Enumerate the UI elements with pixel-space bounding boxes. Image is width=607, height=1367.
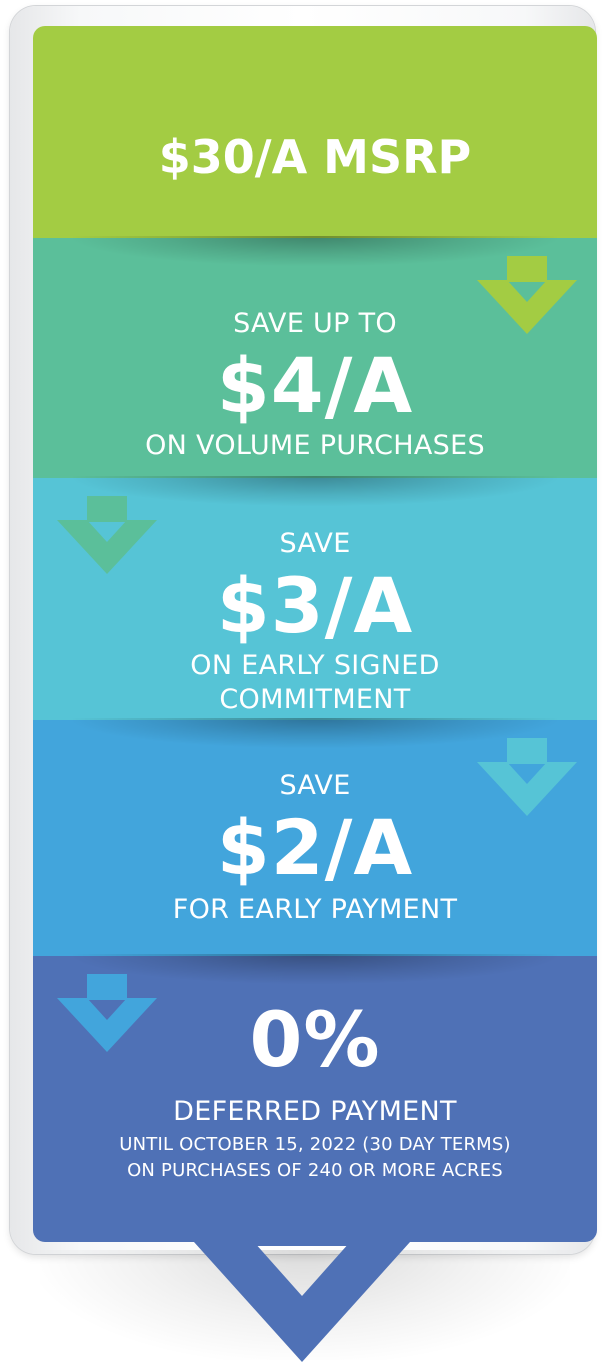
early-payment-prefix: SAVE: [279, 770, 351, 801]
early-payment-amount: $2/A: [216, 803, 414, 892]
early-commitment-band: SAVE $3/A ON EARLY SIGNED COMMITMENT: [33, 476, 597, 746]
early-commitment-suffix-line1: ON EARLY SIGNED: [190, 650, 440, 681]
early-commitment-suffix-line2: COMMITMENT: [219, 684, 411, 715]
early-commitment-amount: $3/A: [216, 561, 414, 650]
early-payment-suffix: FOR EARLY PAYMENT: [172, 894, 458, 925]
deferred-note-line1: UNTIL OCTOBER 15, 2022 (30 DAY TERMS): [119, 1134, 511, 1155]
msrp-title: $30/A MSRP: [158, 130, 472, 184]
deferred-label: DEFERRED PAYMENT: [173, 1096, 457, 1127]
volume-suffix: ON VOLUME PURCHASES: [145, 430, 485, 461]
deferred-note-line2: ON PURCHASES OF 240 OR MORE ACRES: [127, 1160, 503, 1181]
volume-amount: $4/A: [216, 341, 414, 430]
deferred-amount: 0%: [249, 995, 381, 1084]
early-commitment-prefix: SAVE: [279, 528, 351, 559]
volume-prefix: SAVE UP TO: [233, 308, 397, 339]
msrp-band: $30/A MSRP: [33, 26, 597, 266]
deferred-payment-band: 0% DEFERRED PAYMENT UNTIL OCTOBER 15, 20…: [33, 954, 597, 1242]
volume-savings-band: SAVE UP TO $4/A ON VOLUME PURCHASES: [33, 236, 597, 506]
chevron-down-icon: [192, 1226, 412, 1366]
early-payment-band: SAVE $2/A FOR EARLY PAYMENT: [33, 718, 597, 984]
